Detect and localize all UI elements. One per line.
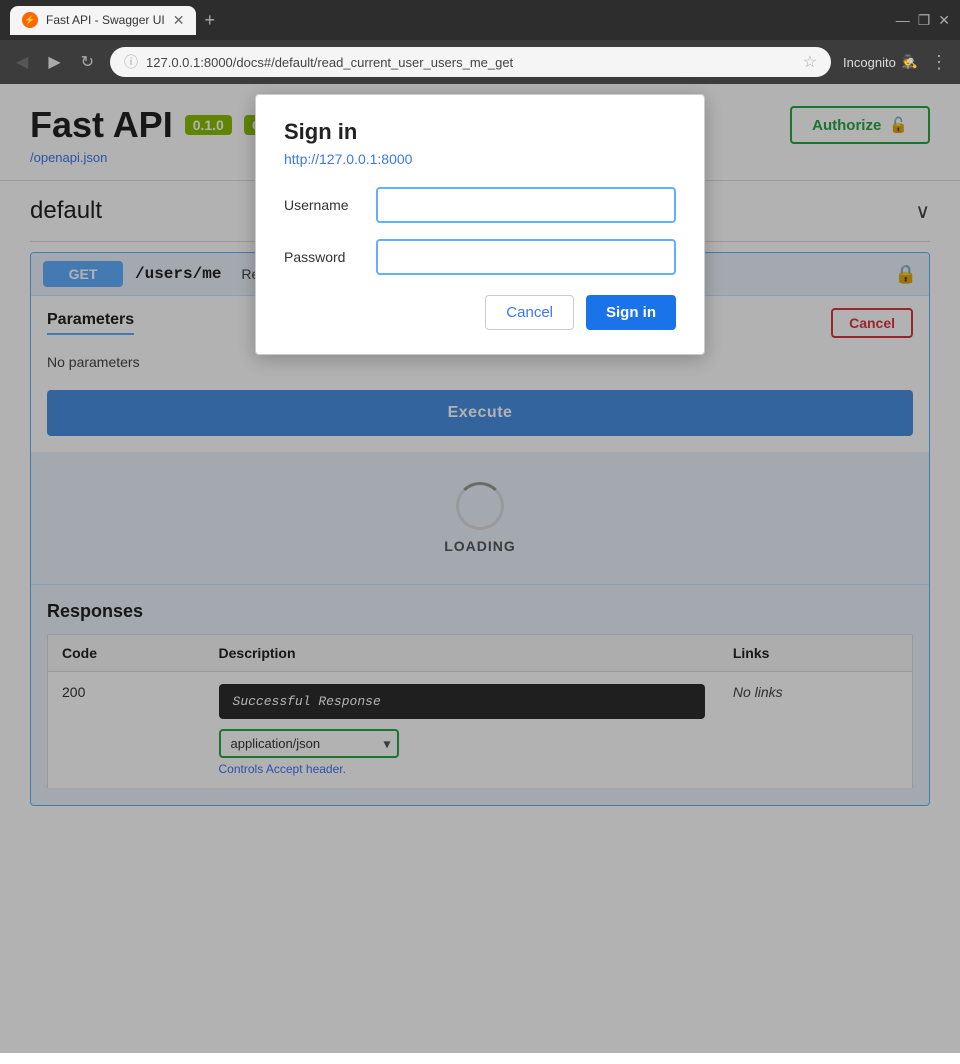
password-input[interactable] <box>376 239 676 275</box>
address-bar: ◀ ▶ ↻ ⓘ 127.0.0.1:8000/docs#/default/rea… <box>0 40 960 84</box>
modal-signin-button[interactable]: Sign in <box>586 295 676 330</box>
modal-title: Sign in <box>284 119 676 145</box>
lock-secure-icon: ⓘ <box>124 52 138 72</box>
forward-button[interactable]: ▶ <box>44 48 64 76</box>
minimize-button[interactable]: — <box>896 12 910 29</box>
window-controls: — ❐ ✕ <box>896 12 950 29</box>
modal-url: http://127.0.0.1:8000 <box>284 151 676 167</box>
browser-chrome: ⚡ Fast API - Swagger UI ✕ + — ❐ ✕ ◀ ▶ ↻ … <box>0 0 960 84</box>
bookmark-icon[interactable]: ☆ <box>803 52 817 72</box>
title-bar: ⚡ Fast API - Swagger UI ✕ + — ❐ ✕ <box>0 0 960 40</box>
tab-title: Fast API - Swagger UI <box>46 13 165 27</box>
refresh-button[interactable]: ↻ <box>77 48 98 76</box>
username-field-group: Username <box>284 187 676 223</box>
modal-actions: Cancel Sign in <box>284 295 676 330</box>
url-text: 127.0.0.1:8000/docs#/default/read_curren… <box>146 55 795 70</box>
password-label: Password <box>284 249 364 265</box>
browser-tab[interactable]: ⚡ Fast API - Swagger UI ✕ <box>10 6 196 35</box>
incognito-icon: 🕵 <box>902 54 918 70</box>
incognito-area: Incognito 🕵 <box>843 54 918 70</box>
tab-close-icon[interactable]: ✕ <box>173 12 185 29</box>
username-label: Username <box>284 197 364 213</box>
new-tab-button[interactable]: + <box>204 10 215 31</box>
address-input[interactable]: ⓘ 127.0.0.1:8000/docs#/default/read_curr… <box>110 47 831 77</box>
incognito-label: Incognito <box>843 55 896 70</box>
password-field-group: Password <box>284 239 676 275</box>
modal-cancel-button[interactable]: Cancel <box>485 295 574 330</box>
close-window-button[interactable]: ✕ <box>938 12 950 29</box>
maximize-button[interactable]: ❐ <box>918 12 931 29</box>
back-button[interactable]: ◀ <box>12 48 32 76</box>
tab-favicon: ⚡ <box>22 12 38 28</box>
signin-modal: Sign in http://127.0.0.1:8000 Username P… <box>255 94 705 355</box>
username-input[interactable] <box>376 187 676 223</box>
browser-menu-button[interactable]: ⋮ <box>930 52 948 73</box>
modal-overlay: Sign in http://127.0.0.1:8000 Username P… <box>0 84 960 1053</box>
